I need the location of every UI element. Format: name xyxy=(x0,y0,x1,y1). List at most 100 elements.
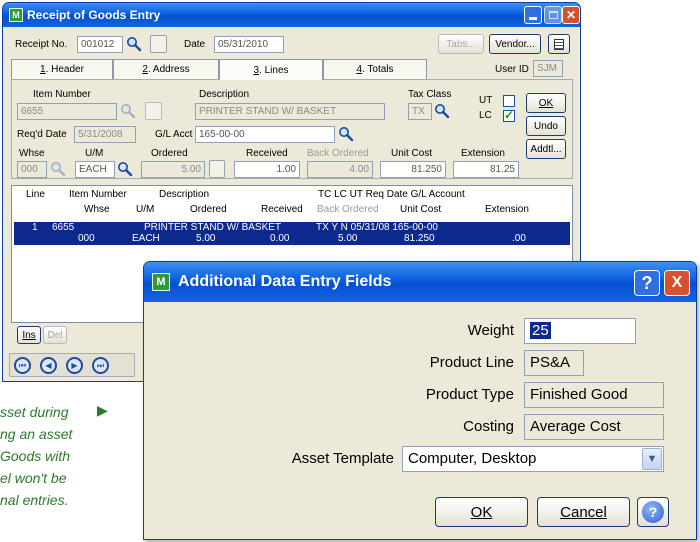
row-um: EACH xyxy=(132,233,160,244)
notepad-icon xyxy=(554,38,564,50)
receipt-lookup-icon[interactable] xyxy=(126,36,142,52)
grid-header-back-ordered: Back Ordered xyxy=(317,204,379,215)
dialog-cancel-button[interactable]: Cancel xyxy=(537,497,630,527)
minimize-icon xyxy=(529,17,537,20)
costing-field: Average Cost xyxy=(524,414,664,440)
grid-header-line: Line xyxy=(26,189,45,200)
dialog-ok-button[interactable]: OK xyxy=(435,497,528,527)
ordered-calc-icon[interactable] xyxy=(209,160,225,178)
vendor-button[interactable]: Vendor... xyxy=(489,34,541,54)
description-label: Description xyxy=(199,89,250,100)
tab-address-label: . Address xyxy=(147,64,190,75)
grid-header-tc: TC LC UT Req Date G/L Account xyxy=(318,189,465,200)
whse-lookup-icon[interactable] xyxy=(50,161,66,177)
gl-acct-lookup-icon[interactable] xyxy=(338,126,354,142)
description-input[interactable]: PRINTER STAND W/ BASKET xyxy=(195,103,385,120)
row-whse: 000 xyxy=(78,233,95,244)
tax-class-lookup-icon[interactable] xyxy=(434,103,450,119)
chevron-down-icon[interactable]: ▼ xyxy=(642,448,662,470)
insert-line-button[interactable]: Ins xyxy=(17,326,41,344)
ok-button[interactable]: OK xyxy=(526,93,566,113)
tab-header-label: . Header xyxy=(45,64,84,75)
item-next-icon[interactable] xyxy=(145,102,162,120)
grid-header-whse: Whse xyxy=(84,204,110,215)
gl-acct-input[interactable]: 165-00-00 xyxy=(195,126,335,143)
grid-header-desc: Description xyxy=(159,189,210,200)
main-title-bar[interactable]: M Receipt of Goods Entry ✕ xyxy=(3,3,580,27)
weight-value: 25 xyxy=(530,322,551,339)
dialog-help-round-button[interactable]: ? xyxy=(637,497,669,527)
dialog-app-icon: M xyxy=(152,273,170,291)
grid-header-unit-cost: Unit Cost xyxy=(400,204,442,215)
insert-line-label: Ins xyxy=(22,329,36,341)
item-number-label: Item Number xyxy=(33,89,91,100)
weight-input[interactable]: 25 xyxy=(524,318,636,344)
unit-cost-input[interactable]: 81.250 xyxy=(380,161,446,178)
date-input[interactable]: 05/31/2010 xyxy=(214,36,284,53)
tabs-button-label: Tabs... xyxy=(446,38,476,50)
ordered-input[interactable]: 5.00 xyxy=(141,161,205,178)
additional-data-entry-dialog: M Additional Data Entry Fields ? X Weigh… xyxy=(143,261,697,540)
whse-input[interactable]: 000 xyxy=(17,161,47,178)
dialog-title-bar[interactable]: M Additional Data Entry Fields ? X xyxy=(144,262,696,302)
back-ordered-input: 4.00 xyxy=(307,161,373,178)
ok-button-label: OK xyxy=(538,97,554,109)
close-icon: X xyxy=(671,274,683,291)
reqd-date-input[interactable]: 5/31/2008 xyxy=(74,126,136,143)
memo-button[interactable] xyxy=(548,34,570,54)
tab-lines[interactable]: 3. Lines xyxy=(219,59,323,80)
dialog-cancel-label: Cancel xyxy=(560,503,607,521)
addtl-button[interactable]: Addtl... xyxy=(526,139,566,159)
um-label: U/M xyxy=(85,148,104,159)
nav-first-icon[interactable]: ⏮ xyxy=(14,357,31,374)
main-title: Receipt of Goods Entry xyxy=(27,8,161,22)
minimize-button[interactable] xyxy=(524,6,542,24)
received-input[interactable]: 1.00 xyxy=(234,161,300,178)
help-icon: ? xyxy=(641,272,653,293)
row-back-ordered: 5.00 xyxy=(338,233,358,244)
maximize-button[interactable] xyxy=(544,6,562,24)
um-input[interactable]: EACH xyxy=(75,161,115,178)
delete-line-button[interactable]: Del xyxy=(43,326,67,344)
help-circle-icon: ? xyxy=(642,501,664,523)
tab-header[interactable]: 1. Header xyxy=(11,59,113,79)
dialog-title: Additional Data Entry Fields xyxy=(178,273,392,290)
tab-address[interactable]: 2. Address xyxy=(113,59,219,79)
caption-line-5: nal entries. xyxy=(0,492,69,508)
nav-next-icon[interactable]: ▶ xyxy=(66,357,83,374)
item-lookup-icon[interactable] xyxy=(120,103,136,119)
nav-last-icon[interactable]: ⏭ xyxy=(92,357,109,374)
dialog-close-button[interactable]: X xyxy=(664,270,690,296)
tax-class-label: Tax Class xyxy=(408,89,452,100)
asset-template-select[interactable]: Computer, Desktop ▼ xyxy=(402,446,664,472)
dialog-help-button[interactable]: ? xyxy=(634,270,660,296)
maximize-icon xyxy=(548,11,558,19)
date-label: Date xyxy=(184,39,206,50)
receipt-no-input[interactable]: 001012 xyxy=(77,36,123,53)
um-lookup-icon[interactable] xyxy=(117,161,133,177)
tax-class-input[interactable]: TX xyxy=(408,103,432,120)
asset-template-label: Asset Template xyxy=(291,450,394,467)
lc-checkbox[interactable]: ✓ xyxy=(503,108,515,122)
receipt-next-icon[interactable] xyxy=(150,35,167,53)
row-received: 0.00 xyxy=(270,233,290,244)
costing-label: Costing xyxy=(463,418,514,435)
ut-checkbox[interactable] xyxy=(503,95,515,107)
grid-header-item: Item Number xyxy=(69,189,127,200)
extension-input[interactable]: 81.25 xyxy=(453,161,519,178)
row-extension: .00 xyxy=(512,233,526,244)
undo-button-label: Undo xyxy=(534,120,558,132)
gl-acct-label: G/L Acct xyxy=(155,129,193,140)
reqd-date-label: Req'd Date xyxy=(17,129,67,140)
tab-totals[interactable]: 4. Totals xyxy=(323,59,427,79)
close-button[interactable]: ✕ xyxy=(562,6,580,24)
item-number-input[interactable]: 6655 xyxy=(17,103,117,120)
table-row[interactable]: 1 6655 PRINTER STAND W/ BASKET TX Y N 05… xyxy=(14,222,570,245)
tabs-button[interactable]: Tabs... xyxy=(438,34,484,54)
addtl-button-label: Addtl... xyxy=(530,143,562,155)
row-ordered: 5.00 xyxy=(196,233,216,244)
nav-prev-icon[interactable]: ◀ xyxy=(40,357,57,374)
unit-cost-label: Unit Cost xyxy=(391,148,433,159)
undo-button[interactable]: Undo xyxy=(526,116,566,136)
grid-header-received: Received xyxy=(261,204,303,215)
